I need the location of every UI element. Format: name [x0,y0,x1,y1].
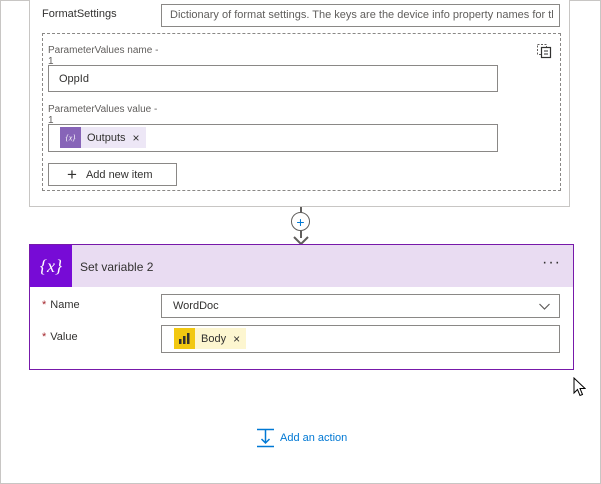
format-settings-label: FormatSettings [42,8,117,20]
value-label-text: Value [50,331,78,343]
mouse-cursor-icon [573,377,586,397]
parameter-name-value: OppId [59,73,89,85]
variable-icon: {x} [60,127,81,148]
body-token[interactable]: Body × [174,328,247,349]
required-mark: * [42,299,47,311]
insert-step-plus-icon[interactable]: + [291,212,310,231]
add-an-action-button[interactable]: Add an action [256,428,347,448]
format-settings-input[interactable]: Dictionary of format settings. The keys … [161,4,560,27]
set-variable-title: Set variable 2 [80,260,154,274]
add-action-icon [257,428,274,448]
copy-icon[interactable] [535,42,553,60]
value-field-label: * Value [42,331,78,343]
variable-value-input[interactable]: Body × [161,325,560,353]
more-options-icon[interactable]: ··· [542,254,561,272]
add-an-action-label: Add an action [280,432,348,444]
add-new-item-label: Add new item [85,168,153,181]
svg-text:{x}: {x} [66,134,77,143]
parameter-value-input[interactable]: {x} Outputs × [48,124,498,152]
required-mark: * [42,331,47,343]
set-variable-card: {x} Set variable 2 ··· * Name WordDoc * Va… [29,244,574,370]
outputs-token-label: Outputs [87,131,126,144]
name-field-label: * Name [42,299,80,311]
svg-text:{x}: {x} [40,256,63,276]
variable-icon: {x} [30,245,72,287]
remove-token-icon[interactable]: × [133,131,140,145]
body-token-label: Body [201,332,227,345]
set-variable-header[interactable]: {x} Set variable 2 ··· [30,245,573,287]
variable-name-dropdown[interactable]: WordDoc [161,294,560,318]
name-label-text: Name [50,299,80,311]
chevron-down-icon [539,303,550,310]
variable-name-value: WordDoc [173,300,219,312]
parameter-name-label: ParameterValues name - 1 [48,45,159,67]
parameter-value-label: ParameterValues value - 1 [48,104,158,126]
plus-icon: + [67,165,77,184]
parameter-name-input[interactable]: OppId [48,65,498,92]
remove-token-icon[interactable]: × [233,332,240,346]
outputs-token[interactable]: {x} Outputs × [60,127,146,148]
powerbi-icon [174,328,195,349]
add-new-item-button[interactable]: + Add new item [48,163,177,186]
